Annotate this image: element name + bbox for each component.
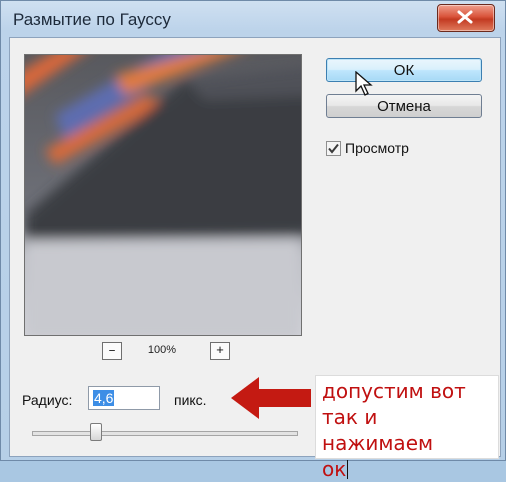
check-icon xyxy=(328,143,339,154)
radius-input[interactable]: 4,6 xyxy=(88,386,160,410)
radius-unit: пикс. xyxy=(174,392,207,408)
title-bar[interactable]: Размытие по Гауссу xyxy=(1,1,506,37)
annotation-line: так и нажимаем xyxy=(322,405,434,455)
blur-preview[interactable] xyxy=(24,54,302,336)
window-title: Размытие по Гауссу xyxy=(13,10,171,29)
radius-label: Радиус: xyxy=(22,392,73,408)
radius-value: 4,6 xyxy=(93,390,115,406)
annotation-line: допустим вот xyxy=(322,379,466,403)
annotation-line-last: ок xyxy=(322,456,494,482)
dialog-window: Размытие по Гауссу – 100% + Радиус: 4,6 … xyxy=(0,0,506,481)
zoom-in-button[interactable]: + xyxy=(210,342,230,360)
cancel-button[interactable]: Отмена xyxy=(326,94,482,118)
zoom-controls: – 100% + xyxy=(10,342,310,362)
zoom-level: 100% xyxy=(147,344,177,356)
radius-slider-track[interactable] xyxy=(32,431,298,436)
annotation-note: допустим вот так и нажимаем ок xyxy=(315,375,499,481)
preview-label: Просмотр xyxy=(345,140,409,156)
text-caret xyxy=(347,460,349,479)
preview-checkbox[interactable] xyxy=(326,141,341,156)
blurred-preview-image xyxy=(25,55,301,335)
close-button[interactable] xyxy=(437,4,495,32)
arrow-left-icon xyxy=(231,377,311,419)
radius-slider-thumb[interactable] xyxy=(90,423,102,441)
zoom-out-button[interactable]: – xyxy=(102,342,122,360)
ok-button[interactable]: ОК xyxy=(326,58,482,82)
close-icon xyxy=(457,10,473,24)
mouse-pointer-icon xyxy=(355,71,373,96)
